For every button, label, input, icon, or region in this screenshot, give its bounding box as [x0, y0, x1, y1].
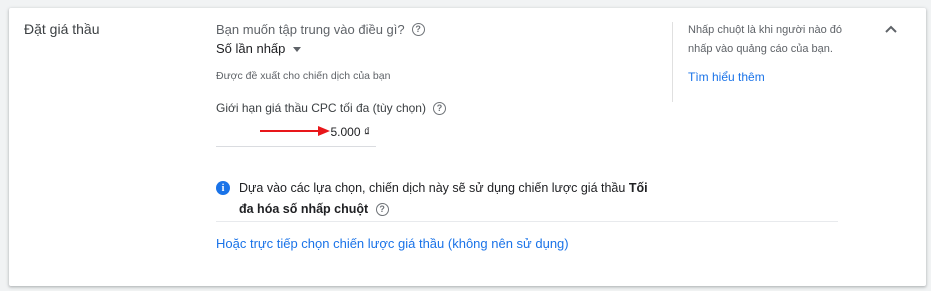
bidding-card: Đặt giá thầu Bạn muốn tập trung vào điều…: [9, 8, 926, 286]
cpc-input-value: 5.000 ₫: [330, 125, 370, 139]
divider: [216, 221, 838, 222]
cpc-label: Giới hạn giá thầu CPC tối đa (tùy chọn) …: [216, 101, 446, 115]
caret-down-icon: [293, 46, 302, 52]
info-text: Dựa vào các lựa chọn, chiến dịch này sẽ …: [239, 178, 661, 220]
chevron-up-icon[interactable]: [883, 22, 899, 36]
help-icon[interactable]: ?: [432, 101, 446, 115]
focus-question: Bạn muốn tập trung vào điều gì? ?: [216, 22, 425, 37]
help-icon[interactable]: ?: [375, 203, 389, 217]
cpc-label-text: Giới hạn giá thầu CPC tối đa (tùy chọn): [216, 101, 426, 115]
sidebar-divider: [672, 22, 673, 102]
focus-question-label: Bạn muốn tập trung vào điều gì?: [216, 22, 405, 37]
section-title: Đặt giá thầu: [24, 21, 100, 37]
focus-select-value: Số lần nhấp: [216, 41, 286, 56]
focus-select[interactable]: Số lần nhấp: [216, 41, 302, 56]
learn-more-link[interactable]: Tìm hiểu thêm: [688, 70, 765, 84]
info-box: i Dựa vào các lựa chọn, chiến dịch này s…: [216, 178, 661, 220]
info-text-prefix: Dựa vào các lựa chọn, chiến dịch này sẽ …: [239, 181, 629, 195]
sidebar-description: Nhấp chuột là khi người nào đó nhấp vào …: [688, 24, 843, 55]
info-icon: i: [216, 181, 230, 195]
help-icon[interactable]: ?: [411, 23, 425, 36]
manual-strategy-link[interactable]: Hoặc trực tiếp chọn chiến lược giá thầu …: [216, 236, 569, 251]
focus-hint: Được đề xuất cho chiến dịch của bạn: [216, 70, 391, 82]
red-arrow-annotation: [260, 126, 330, 136]
